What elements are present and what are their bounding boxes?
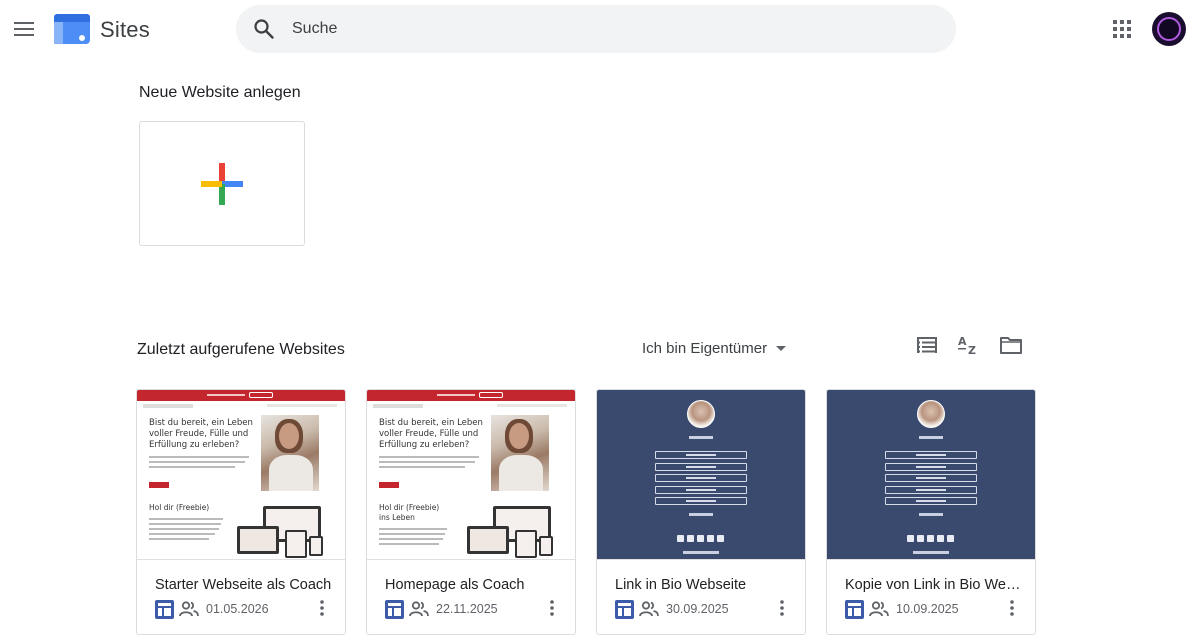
owner-filter-label: Ich bin Eigentümer — [642, 339, 768, 357]
more-vert-icon — [1010, 600, 1014, 616]
owner-filter-dropdown[interactable]: Ich bin Eigentümer — [642, 338, 787, 358]
list-view-icon — [917, 337, 937, 353]
more-options-button[interactable] — [773, 596, 791, 620]
site-date: 22.11.2025 — [436, 602, 498, 616]
more-vert-icon — [780, 600, 784, 616]
search-input[interactable] — [292, 15, 932, 43]
app-name[interactable]: Sites — [100, 17, 150, 43]
more-options-button[interactable] — [313, 596, 331, 620]
dropdown-arrow-icon — [776, 345, 787, 351]
site-card[interactable]: Bist du bereit, ein Leben voller Freude,… — [136, 389, 346, 635]
svg-text:Z: Z — [968, 344, 976, 355]
thumbnail-subhead: Hol dir (Freebie) ins Leben — [379, 503, 440, 522]
hamburger-menu-icon — [14, 22, 34, 36]
main-menu-button[interactable] — [8, 13, 40, 45]
site-date: 10.09.2025 — [896, 602, 959, 616]
site-layout-icon — [845, 599, 864, 619]
list-view-button[interactable] — [915, 333, 939, 357]
more-options-button[interactable] — [1003, 596, 1021, 620]
site-title: Homepage als Coach — [385, 577, 525, 593]
thumbnail-subhead: Hol dir (Freebie) — [149, 503, 210, 512]
search-bar[interactable] — [236, 5, 956, 53]
create-new-site-button[interactable] — [139, 121, 305, 246]
site-thumbnail — [827, 390, 1035, 560]
recent-section-title: Zuletzt aufgerufene Websites — [137, 341, 345, 358]
site-title: Starter Webseite als Coach — [155, 577, 332, 593]
site-date: 01.05.2026 — [206, 602, 269, 616]
more-vert-icon — [320, 600, 324, 616]
site-meta: 22.11.2025 — [385, 599, 498, 619]
site-card[interactable]: Link in Bio Webseite 30.09.2025 — [596, 389, 806, 635]
top-app-bar: Sites — [0, 0, 1204, 60]
thumbnail-headline: Bist du bereit, ein Leben voller Freude,… — [149, 418, 253, 450]
account-avatar[interactable] — [1152, 12, 1186, 46]
people-icon — [639, 601, 659, 617]
site-title: Link in Bio Webseite — [615, 577, 747, 593]
site-title: Kopie von Link in Bio Webseite — [845, 577, 1025, 593]
folder-button[interactable] — [999, 333, 1023, 357]
folder-icon — [1000, 337, 1022, 354]
google-apps-button[interactable] — [1106, 13, 1138, 45]
site-meta: 10.09.2025 — [845, 599, 959, 619]
site-date: 30.09.2025 — [666, 602, 729, 616]
sites-logo-icon[interactable] — [54, 14, 90, 44]
search-icon[interactable] — [252, 17, 276, 41]
people-icon — [869, 601, 889, 617]
sort-az-icon: A Z — [958, 335, 976, 355]
site-thumbnail: Bist du bereit, ein Leben voller Freude,… — [367, 390, 575, 560]
site-meta: 30.09.2025 — [615, 599, 729, 619]
site-layout-icon — [385, 599, 404, 619]
create-section-title: Neue Website anlegen — [139, 84, 301, 101]
site-thumbnail — [597, 390, 805, 560]
add-plus-icon — [201, 162, 243, 205]
site-thumbnail: Bist du bereit, ein Leben voller Freude,… — [137, 390, 345, 560]
sort-button[interactable]: A Z — [956, 333, 980, 357]
svg-text:A: A — [958, 335, 967, 348]
site-card[interactable]: Kopie von Link in Bio Webseite 10.09.202… — [826, 389, 1036, 635]
thumbnail-headline: Bist du bereit, ein Leben voller Freude,… — [379, 418, 483, 450]
people-icon — [179, 601, 199, 617]
avatar-image — [1157, 17, 1181, 41]
site-card[interactable]: Bist du bereit, ein Leben voller Freude,… — [366, 389, 576, 635]
site-layout-icon — [615, 599, 634, 619]
site-layout-icon — [155, 599, 174, 619]
site-meta: 01.05.2026 — [155, 599, 269, 619]
people-icon — [409, 601, 429, 617]
more-vert-icon — [550, 600, 554, 616]
more-options-button[interactable] — [543, 596, 561, 620]
apps-grid-icon — [1113, 20, 1131, 38]
